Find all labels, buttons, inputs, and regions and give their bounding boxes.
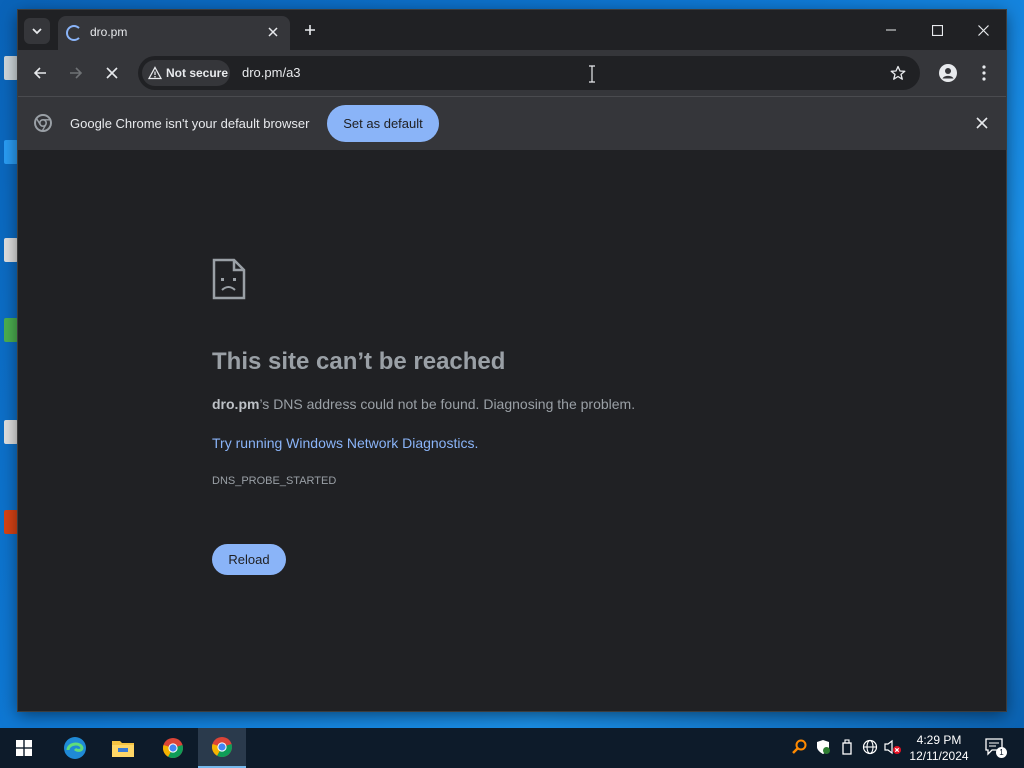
notification-count: 1 bbox=[996, 747, 1007, 758]
tray-search-tool[interactable] bbox=[790, 738, 808, 756]
chrome-window: dro.pm Not secure dro.pm/a3 Google Chrom… bbox=[18, 10, 1006, 711]
chrome-icon bbox=[212, 737, 232, 758]
sad-page-icon bbox=[212, 258, 246, 300]
close-window-button[interactable] bbox=[960, 10, 1006, 50]
set-as-default-button[interactable]: Set as default bbox=[327, 105, 439, 142]
more-vertical-icon bbox=[982, 65, 986, 81]
infobar-message: Google Chrome isn't your default browser bbox=[70, 116, 310, 131]
shield-icon bbox=[817, 740, 830, 754]
address-bar[interactable]: Not secure dro.pm/a3 bbox=[138, 56, 920, 90]
taskbar-chrome-active[interactable] bbox=[198, 728, 246, 768]
tray-volume[interactable] bbox=[884, 738, 902, 756]
tab-active[interactable]: dro.pm bbox=[58, 16, 290, 50]
network-diagnostics-link[interactable]: Try running Windows Network Diagnostics. bbox=[212, 435, 478, 451]
loading-spinner-icon bbox=[66, 25, 82, 41]
close-icon bbox=[106, 67, 118, 79]
bookmark-button[interactable] bbox=[888, 63, 908, 83]
taskbar-chrome[interactable] bbox=[149, 728, 197, 768]
magnifier-icon bbox=[792, 739, 807, 754]
close-infobar-icon[interactable] bbox=[974, 115, 990, 131]
tab-close-button[interactable] bbox=[264, 23, 282, 41]
maximize-button[interactable] bbox=[914, 10, 960, 50]
desktop-icon-edge[interactable] bbox=[4, 140, 18, 164]
error-domain: dro.pm bbox=[212, 396, 260, 412]
error-description: dro.pm’s DNS address could not be found.… bbox=[212, 396, 635, 412]
tray-network[interactable] bbox=[861, 738, 879, 756]
close-icon bbox=[268, 27, 278, 37]
maximize-icon bbox=[931, 24, 943, 36]
tab-strip: dro.pm bbox=[18, 10, 1006, 50]
menu-button[interactable] bbox=[973, 62, 995, 84]
usb-drive-icon bbox=[842, 739, 852, 755]
default-browser-infobar: Google Chrome isn't your default browser… bbox=[18, 96, 1006, 151]
back-button[interactable] bbox=[29, 62, 51, 84]
tab-search-button[interactable] bbox=[24, 18, 50, 44]
arrow-right-icon bbox=[70, 67, 83, 79]
taskbar-file-explorer[interactable] bbox=[99, 728, 147, 768]
chevron-down-icon bbox=[32, 28, 42, 35]
volume-muted-icon bbox=[884, 739, 901, 755]
desktop-icon-app-2[interactable] bbox=[4, 420, 18, 444]
windows-logo-icon bbox=[16, 740, 32, 756]
desktop-icon-app[interactable] bbox=[4, 318, 18, 342]
page-content: This site can’t be reached dro.pm’s DNS … bbox=[18, 150, 1006, 711]
person-icon bbox=[939, 64, 957, 82]
toolbar: Not secure dro.pm/a3 bbox=[18, 50, 1006, 96]
taskbar-edge[interactable] bbox=[51, 728, 99, 768]
taskbar-clock[interactable]: 4:29 PM 12/11/2024 bbox=[906, 732, 972, 764]
security-chip-label: Not secure bbox=[166, 66, 229, 80]
clock-date: 12/11/2024 bbox=[909, 749, 969, 763]
error-code: DNS_PROBE_STARTED bbox=[212, 475, 337, 487]
error-headline: This site can’t be reached bbox=[212, 348, 506, 375]
globe-icon bbox=[862, 739, 878, 755]
star-icon bbox=[890, 65, 906, 80]
chrome-logo-icon bbox=[34, 114, 52, 132]
notification-center-button[interactable]: 1 bbox=[983, 738, 1007, 758]
error-description-text: ’s DNS address could not be found. Diagn… bbox=[259, 396, 636, 412]
tray-usb[interactable] bbox=[838, 738, 856, 756]
forward-button[interactable] bbox=[65, 62, 87, 84]
start-button[interactable] bbox=[0, 728, 48, 768]
security-chip[interactable]: Not secure bbox=[142, 60, 230, 86]
url-text[interactable]: dro.pm/a3 bbox=[242, 65, 301, 80]
arrow-left-icon bbox=[33, 67, 46, 79]
folder-icon bbox=[112, 741, 134, 757]
tab-title: dro.pm bbox=[90, 25, 128, 39]
close-icon bbox=[977, 24, 989, 36]
desktop-icon-recycle-bin[interactable] bbox=[4, 56, 18, 80]
desktop-icon-app-3[interactable] bbox=[4, 510, 18, 534]
warning-triangle-icon bbox=[148, 66, 162, 80]
tray-defender[interactable] bbox=[814, 738, 832, 756]
chrome-icon bbox=[163, 738, 183, 759]
desktop-icon-file[interactable] bbox=[4, 238, 18, 262]
minimize-icon bbox=[886, 29, 896, 31]
new-tab-button[interactable] bbox=[300, 20, 320, 40]
stop-loading-button[interactable] bbox=[101, 62, 123, 84]
reload-button[interactable]: Reload bbox=[212, 544, 286, 575]
text-cursor-icon bbox=[589, 65, 595, 83]
profile-button[interactable] bbox=[937, 62, 959, 84]
clock-time: 4:29 PM bbox=[916, 733, 962, 747]
plus-icon bbox=[305, 25, 315, 35]
taskbar: 4:29 PM 12/11/2024 1 bbox=[0, 728, 1024, 768]
edge-icon bbox=[64, 737, 86, 759]
minimize-button[interactable] bbox=[868, 10, 914, 50]
